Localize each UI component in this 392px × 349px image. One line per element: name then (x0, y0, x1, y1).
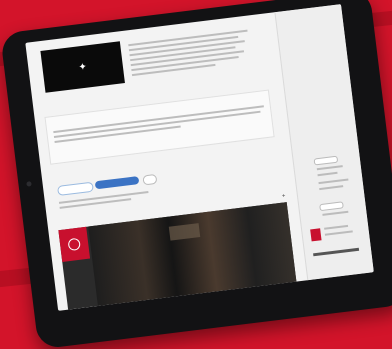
video-thumbnail[interactable]: ✦ (40, 41, 125, 93)
sidebar-tag[interactable] (319, 201, 344, 212)
comment-body (53, 105, 265, 146)
sidebar-tag[interactable] (313, 155, 339, 166)
tab-bar (55, 167, 95, 172)
filter-pill[interactable] (56, 181, 94, 196)
plus-icon[interactable]: + (282, 193, 286, 199)
image-row[interactable] (58, 202, 297, 310)
filter-pill-active[interactable] (94, 176, 140, 190)
brand-logo (58, 226, 91, 262)
filter-pill[interactable] (142, 173, 158, 186)
tablet-camera (26, 181, 32, 187)
article-text (128, 29, 251, 79)
sidebar-thumbnail[interactable] (310, 228, 322, 242)
tablet-device: ✦ + (0, 0, 392, 349)
tablet-screen: ✦ + (25, 4, 374, 311)
crowd-photo (88, 202, 297, 306)
star-icon: ✦ (77, 61, 88, 73)
comment-box (44, 89, 275, 165)
